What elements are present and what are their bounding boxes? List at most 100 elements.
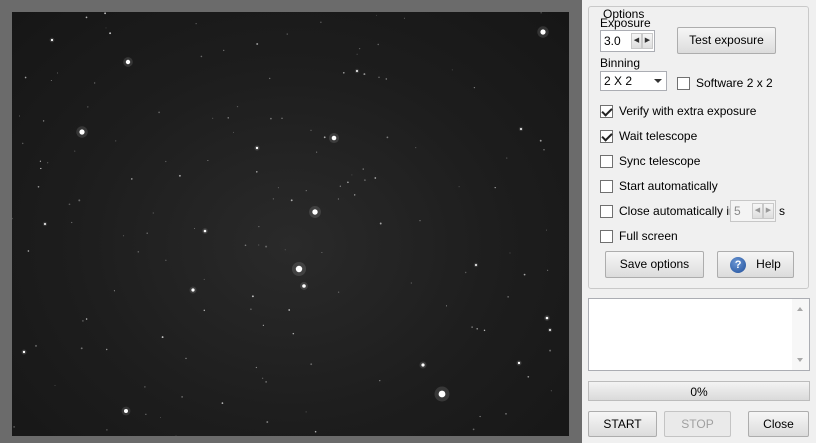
faint-star (356, 53, 358, 55)
close-automatically-box[interactable] (600, 204, 613, 218)
star (475, 264, 477, 266)
star (22, 350, 26, 354)
star (191, 288, 195, 292)
faint-star (78, 199, 81, 202)
faint-star (105, 348, 108, 351)
star-field-image (12, 12, 569, 436)
full-screen-box[interactable] (600, 229, 613, 243)
faint-star (376, 14, 377, 16)
faint-star (354, 194, 356, 196)
faint-star (363, 73, 366, 76)
binning-label: Binning (600, 56, 641, 70)
faint-star (377, 43, 379, 46)
log-textarea[interactable] (588, 298, 810, 371)
start-automatically-box[interactable] (600, 179, 613, 193)
faint-star (505, 413, 507, 415)
faint-star (316, 151, 318, 153)
star (295, 265, 303, 273)
faint-star (269, 77, 271, 80)
faint-star (85, 16, 88, 19)
sync-telescope-box[interactable] (600, 154, 613, 168)
help-button[interactable]: ? Help (717, 251, 794, 278)
faint-star (419, 220, 421, 222)
increment-arrow-icon[interactable]: ▶ (763, 203, 774, 219)
faint-star (250, 308, 252, 311)
star (255, 146, 259, 150)
faint-star (161, 336, 164, 339)
verify-extra-exposure-checkbox[interactable]: Verify with extra exposure (600, 103, 756, 119)
sync-telescope-label: Sync telescope (619, 154, 701, 168)
software-binning-box[interactable] (677, 76, 690, 90)
progress-bar: 0% (588, 381, 810, 401)
faint-star (113, 290, 115, 292)
log-scrollbar[interactable] (792, 299, 809, 370)
sync-telescope-checkbox[interactable]: Sync telescope (600, 153, 700, 169)
star (79, 129, 85, 135)
faint-star (255, 366, 258, 369)
verify-extra-exposure-label: Verify with extra exposure (619, 104, 757, 118)
stop-button[interactable]: STOP (664, 411, 731, 437)
start-button[interactable]: START (588, 411, 657, 437)
faint-star (266, 421, 269, 423)
binning-select[interactable]: 2 X 2 (600, 71, 667, 91)
faint-star (507, 296, 509, 298)
faint-star (379, 222, 382, 225)
faint-star (483, 329, 486, 332)
software-binning-checkbox[interactable]: Software 2 x 2 (677, 75, 773, 91)
faint-star (87, 106, 89, 108)
faint-star (195, 23, 197, 25)
scroll-down-icon[interactable] (797, 358, 803, 362)
faint-star (403, 17, 405, 19)
faint-star (57, 72, 58, 74)
scroll-up-icon[interactable] (797, 307, 803, 311)
star (549, 329, 551, 331)
faint-star (288, 309, 291, 311)
faint-star (539, 139, 542, 142)
star (540, 29, 546, 35)
exposure-spinner[interactable]: 3.0 ◀ ▶ (600, 30, 655, 52)
decrement-arrow-icon[interactable]: ◀ (752, 203, 763, 219)
image-viewer-frame (0, 0, 582, 443)
save-options-button[interactable]: Save options (605, 251, 704, 278)
close-automatically-label: Close automatically in (619, 204, 736, 218)
faint-star (464, 271, 467, 274)
faint-star (471, 326, 473, 328)
faint-star (24, 76, 27, 79)
close-automatically-checkbox[interactable]: Close automatically in (600, 203, 736, 219)
faint-star (385, 78, 388, 80)
faint-star (362, 168, 364, 170)
faint-star (321, 252, 323, 253)
faint-star (523, 273, 526, 276)
star (312, 209, 318, 215)
star (421, 363, 425, 367)
faint-star (109, 32, 112, 35)
verify-extra-exposure-box[interactable] (600, 104, 613, 118)
faint-star (165, 160, 167, 163)
close-seconds-spinner[interactable]: 5 ◀ ▶ (730, 200, 776, 222)
test-exposure-button[interactable]: Test exposure (677, 27, 776, 54)
faint-star (281, 117, 283, 119)
faint-star (347, 181, 349, 184)
help-button-label: Help (756, 257, 781, 271)
faint-star (473, 86, 476, 89)
faint-star (292, 332, 295, 335)
start-automatically-checkbox[interactable]: Start automatically (600, 178, 718, 194)
star (124, 409, 128, 413)
faint-star (71, 221, 73, 224)
faint-star (236, 105, 239, 108)
full-screen-checkbox[interactable]: Full screen (600, 228, 678, 244)
decrement-arrow-icon[interactable]: ◀ (631, 33, 642, 49)
wait-telescope-box[interactable] (600, 129, 613, 143)
faint-star (146, 232, 148, 235)
faint-star (262, 324, 264, 326)
faint-star (175, 434, 177, 436)
faint-star (27, 250, 30, 252)
increment-arrow-icon[interactable]: ▶ (642, 33, 653, 49)
close-button[interactable]: Close (748, 411, 809, 437)
faint-star (451, 69, 453, 71)
faint-star (256, 171, 258, 173)
faint-star (222, 49, 225, 52)
faint-star (323, 136, 326, 139)
wait-telescope-checkbox[interactable]: Wait telescope (600, 128, 697, 144)
faint-star (458, 186, 460, 188)
